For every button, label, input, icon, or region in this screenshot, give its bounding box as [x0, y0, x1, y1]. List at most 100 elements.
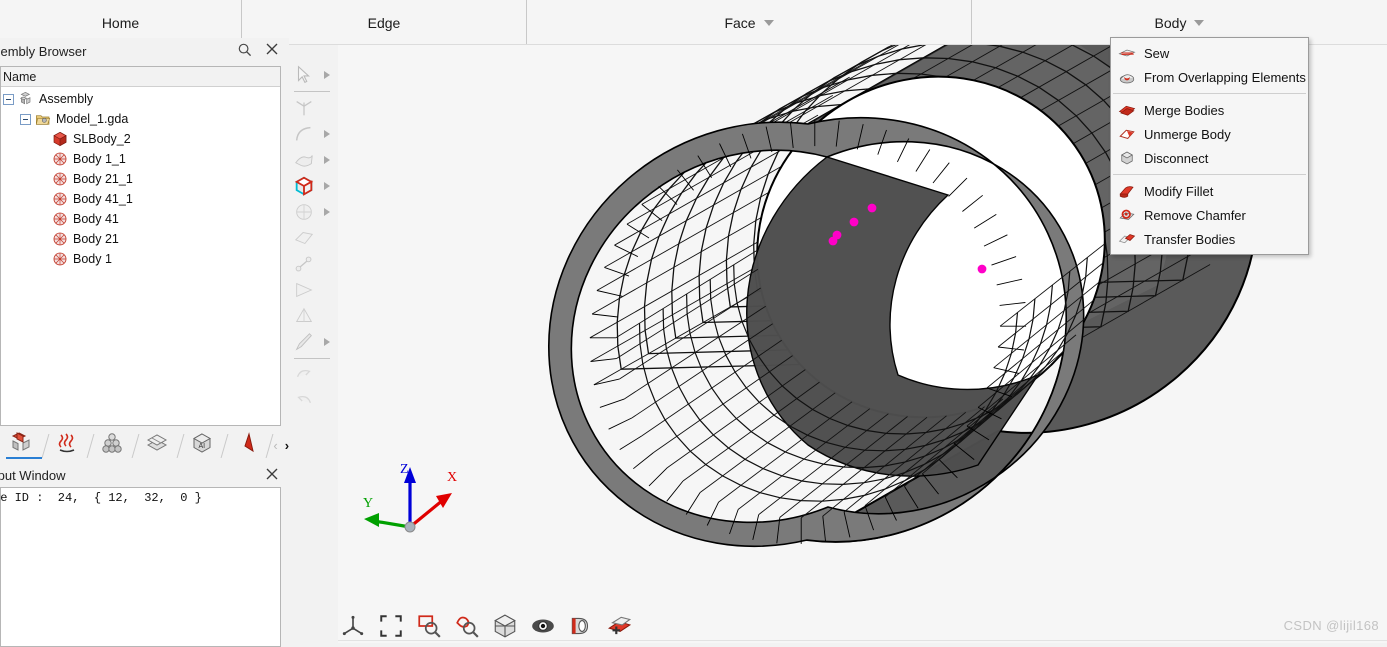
mesh-body-icon	[52, 191, 68, 207]
tool-solid-body[interactable]	[290, 173, 338, 199]
axis-triad-icon	[342, 615, 364, 636]
tree-item-model-1-gda[interactable]: Model_1.gda	[1, 109, 280, 129]
menu-divider	[1113, 174, 1306, 175]
tree-item-body-1-1[interactable]: Body 1_1	[1, 149, 280, 169]
tool-select-arrow[interactable]	[290, 62, 338, 88]
assembly-browser-tab-icon	[9, 431, 35, 460]
tree-item-body-41-1[interactable]: Body 41_1	[1, 189, 280, 209]
tool-node-link[interactable]	[290, 251, 338, 277]
node-marker[interactable]	[867, 203, 877, 213]
tool-undo-arrow[interactable]	[290, 362, 338, 388]
tool-redo-arrow[interactable]	[290, 388, 338, 414]
chevron-down-icon[interactable]	[763, 19, 774, 26]
tree-item-assembly[interactable]: Assembly	[1, 89, 280, 109]
tool-sheet[interactable]	[290, 225, 338, 251]
tree-item-body-21[interactable]: Body 21	[1, 229, 280, 249]
browser-tab-thermal[interactable]	[45, 430, 95, 460]
menu-item-remove-chamfer[interactable]: Remove Chamfer	[1111, 203, 1308, 227]
tree-item-body-21-1[interactable]: Body 21_1	[1, 169, 280, 189]
thermal-tab-icon	[54, 431, 80, 460]
node-marker[interactable]	[828, 236, 838, 246]
menu-item-label: Transfer Bodies	[1144, 231, 1236, 247]
tree-item-body-1[interactable]: Body 1	[1, 249, 280, 269]
menu-item-transfer-bodies[interactable]: Transfer Bodies	[1111, 227, 1308, 251]
menu-item-label: From Overlapping Elements	[1144, 69, 1306, 85]
viewport-tool-eye-view[interactable]	[528, 611, 558, 641]
menu-item-disconnect[interactable]: Disconnect	[1111, 146, 1308, 170]
chevron-right-icon[interactable]	[324, 338, 330, 346]
transfer-icon	[1117, 230, 1137, 248]
surface-face-icon	[292, 149, 316, 171]
merge-icon	[1117, 101, 1137, 119]
curve-edge-icon	[292, 123, 316, 145]
viewport-tool-fit-all[interactable]	[376, 611, 406, 641]
tree-item-slbody-2[interactable]: SLBody_2	[1, 129, 280, 149]
viewport-tool-rotate-view[interactable]	[490, 611, 520, 641]
chevron-right-icon[interactable]	[324, 130, 330, 138]
chamfer-icon	[1117, 206, 1137, 224]
ribbon-tab-label: Face	[724, 14, 756, 31]
tree-item-body-41[interactable]: Body 41	[1, 209, 280, 229]
ribbon-tab-face[interactable]: Face	[527, 0, 972, 45]
tool-sector[interactable]	[290, 277, 338, 303]
node-link-icon	[292, 253, 316, 275]
assembly-browser-header: sembly Browser	[0, 38, 289, 64]
mesh-body-icon	[52, 251, 68, 267]
browser-tab-particles[interactable]	[90, 430, 140, 460]
unmerge-icon	[1117, 125, 1137, 143]
output-window-panel: tput Window de ID : 24, { 12, 32, 0 }	[0, 463, 289, 647]
viewport-tool-add-layer[interactable]	[604, 611, 634, 641]
rotate-view-icon	[494, 614, 516, 638]
menu-item-from-overlapping-elements[interactable]: From Overlapping Elements	[1111, 65, 1308, 89]
assembly-tree[interactable]: Name Assembly Model_1.gda SLBody_2 Body 1_1…	[0, 66, 281, 426]
zoom-box-icon	[418, 615, 441, 638]
chevron-left-icon[interactable]: ‹	[273, 439, 277, 452]
browser-tab-strip: AI ‹ ›	[0, 428, 289, 460]
viewport-tool-zoom-freeform[interactable]	[452, 611, 482, 641]
browser-tab-red-arrow[interactable]	[224, 430, 274, 460]
menu-item-modify-fillet[interactable]: Modify Fillet	[1111, 179, 1308, 203]
output-window-text[interactable]: de ID : 24, { 12, 32, 0 }	[0, 487, 281, 647]
node-marker[interactable]	[849, 217, 859, 227]
browser-tab-ai-cube[interactable]: AI	[180, 430, 229, 460]
tree-expander-icon[interactable]	[20, 113, 31, 125]
viewport-tool-stereo-3d[interactable]	[566, 611, 596, 641]
tree-body: Assembly Model_1.gda SLBody_2 Body 1_1 Body …	[1, 87, 280, 269]
ai-cube-tab-icon: AI	[189, 431, 215, 460]
fillet-icon	[1117, 182, 1137, 200]
undo-arrow-icon	[292, 364, 316, 386]
point-node-icon	[292, 97, 316, 119]
viewport-bottom-toolbar: CSDN @lijil168	[338, 598, 1387, 643]
mesh-body-icon	[52, 171, 68, 187]
tool-pick-tool[interactable]	[290, 329, 338, 355]
close-icon[interactable]	[265, 42, 281, 58]
viewport-tool-axis-triad[interactable]	[338, 611, 368, 641]
chevron-down-icon[interactable]	[1194, 19, 1205, 26]
assembly-icon	[18, 91, 34, 107]
browser-tab-layers[interactable]	[135, 430, 185, 460]
cone-icon	[292, 305, 316, 327]
node-marker[interactable]	[977, 264, 987, 274]
tree-item-label: Body 21	[73, 232, 119, 246]
tool-point-node[interactable]	[290, 95, 338, 121]
model-icon	[35, 111, 51, 127]
chevron-right-icon[interactable]: ›	[285, 439, 289, 452]
tool-shell-body[interactable]	[290, 199, 338, 225]
tree-expander-icon[interactable]	[3, 93, 14, 105]
chevron-right-icon[interactable]	[324, 208, 330, 216]
tool-cone[interactable]	[290, 303, 338, 329]
tool-curve-edge[interactable]	[290, 121, 338, 147]
menu-item-merge-bodies[interactable]: Merge Bodies	[1111, 98, 1308, 122]
body-dropdown-menu[interactable]: Sew From Overlapping Elements Merge Bodies…	[1110, 37, 1309, 255]
menu-item-sew[interactable]: Sew	[1111, 41, 1308, 65]
viewport-tool-zoom-box[interactable]	[414, 611, 444, 641]
search-icon[interactable]	[237, 42, 253, 58]
chevron-right-icon[interactable]	[324, 71, 330, 79]
tool-surface-face[interactable]	[290, 147, 338, 173]
chevron-right-icon[interactable]	[324, 156, 330, 164]
chevron-right-icon[interactable]	[324, 182, 330, 190]
close-icon[interactable]	[265, 467, 281, 483]
menu-item-unmerge-body[interactable]: Unmerge Body	[1111, 122, 1308, 146]
browser-tab-assembly-browser[interactable]	[0, 430, 50, 460]
eye-view-icon	[532, 619, 554, 633]
